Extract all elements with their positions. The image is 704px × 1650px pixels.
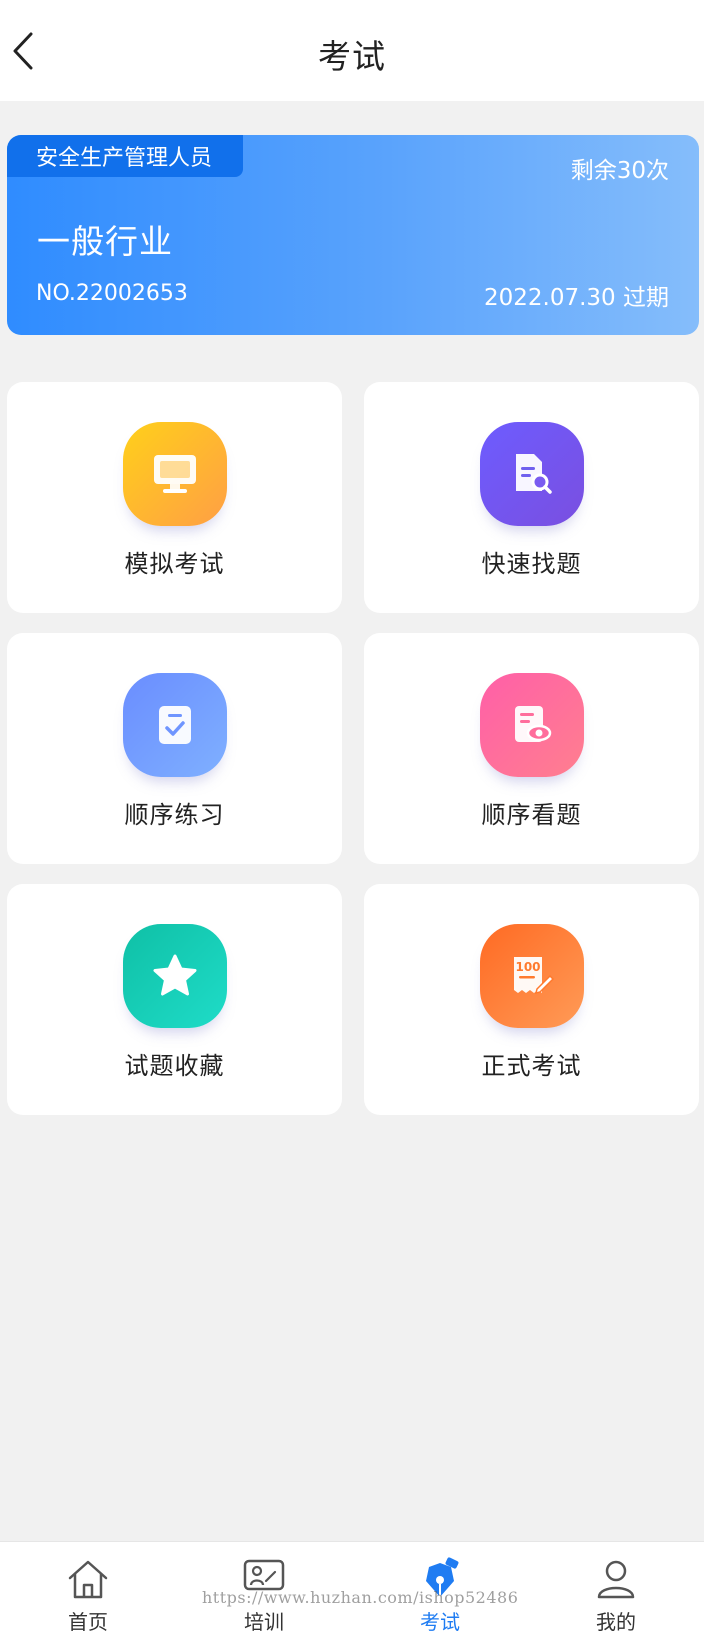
tile-label: 正式考试 (481, 1052, 582, 1080)
industry-name: 一般行业 (37, 222, 173, 261)
expiry-date: 2022.07.30 过期 (484, 285, 669, 311)
nav-label: 培训 (244, 1610, 284, 1634)
star-icon (122, 924, 227, 1028)
user-icon (593, 1556, 639, 1602)
exam-score-icon: 100 (479, 924, 584, 1028)
monitor-icon (122, 422, 227, 526)
home-icon (65, 1556, 111, 1602)
mock-exam-tile[interactable]: 模拟考试 (7, 382, 342, 613)
checklist-icon (122, 673, 227, 777)
nav-item-home[interactable]: 首页 (0, 1542, 176, 1650)
tile-label: 模拟考试 (124, 550, 225, 578)
document-eye-icon (479, 673, 584, 777)
nav-label: 考试 (420, 1610, 460, 1634)
function-grid: 模拟考试 快速找题 顺序练习 顺序看题 试题收藏 100 正式考试 (7, 382, 699, 1115)
document-search-icon (479, 422, 584, 526)
nav-item-mine[interactable]: 我的 (528, 1542, 704, 1650)
certificate-card[interactable]: 安全生产管理人员 剩余30次 一般行业 NO.22002653 2022.07.… (7, 135, 699, 335)
quick-search-tile[interactable]: 快速找题 (364, 382, 699, 613)
svg-text:100: 100 (515, 960, 540, 974)
sequential-view-tile[interactable]: 顺序看题 (364, 633, 699, 864)
top-bar: 考试 (0, 0, 704, 101)
certificate-number: NO.22002653 (36, 281, 188, 306)
tile-label: 顺序看题 (481, 801, 582, 829)
tile-label: 快速找题 (481, 550, 582, 578)
formal-exam-tile[interactable]: 100 正式考试 (364, 884, 699, 1115)
remaining-count: 剩余30次 (570, 158, 669, 184)
tile-label: 顺序练习 (124, 801, 225, 829)
nav-label: 首页 (68, 1610, 108, 1634)
nav-label: 我的 (596, 1610, 636, 1634)
watermark: https://www.huzhan.com/ishop52486 (202, 1588, 519, 1607)
tile-label: 试题收藏 (124, 1052, 225, 1080)
sequential-practice-tile[interactable]: 顺序练习 (7, 633, 342, 864)
page-title: 考试 (318, 37, 386, 76)
favorites-tile[interactable]: 试题收藏 (7, 884, 342, 1115)
role-tag: 安全生产管理人员 (7, 135, 243, 177)
